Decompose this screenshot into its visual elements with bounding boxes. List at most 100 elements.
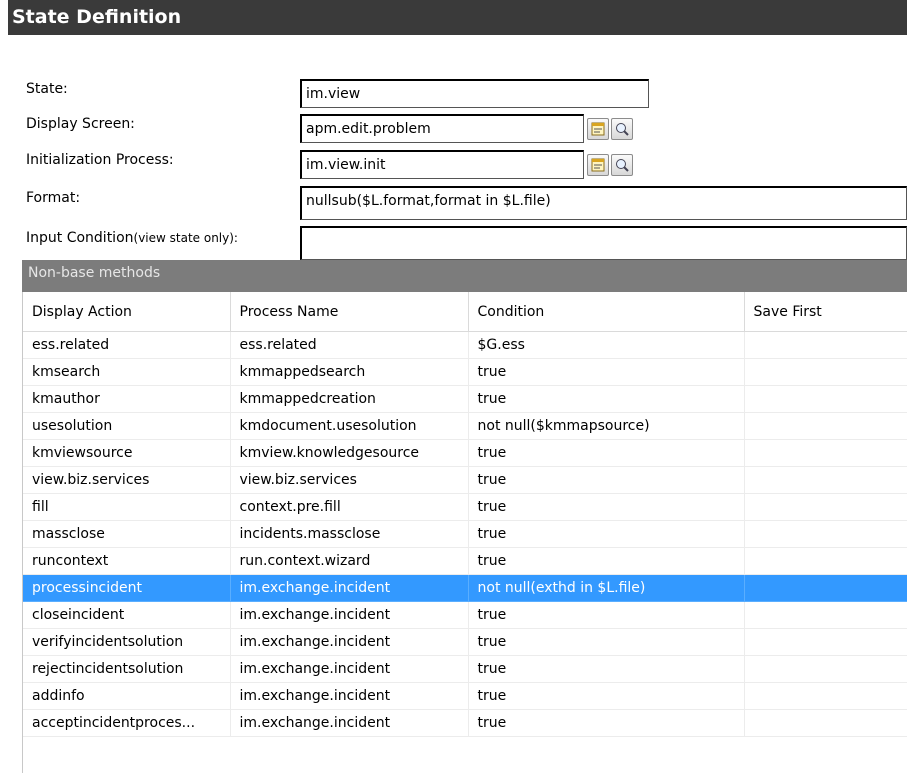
cell-condition[interactable]: true <box>468 358 745 386</box>
cell-condition[interactable]: $G.ess <box>468 331 745 359</box>
format-field[interactable]: nullsub($L.format,format in $L.file) <box>300 186 907 220</box>
cell-condition[interactable]: not null($kmmapsource) <box>468 412 745 440</box>
cell-save-first[interactable] <box>744 385 907 413</box>
cell-display-action[interactable]: kmsearch <box>23 358 231 386</box>
cell-condition[interactable]: true <box>468 655 745 683</box>
column-header-condition[interactable]: Condition <box>468 292 745 332</box>
table-row[interactable]: runcontext run.context.wizard true <box>23 547 907 575</box>
cell-display-action[interactable]: massclose <box>23 520 231 548</box>
methods-grid: Display Action Process Name Condition Sa… <box>22 292 907 773</box>
state-label: State: <box>26 81 68 97</box>
cell-process-name[interactable]: kmdocument.usesolution <box>230 412 469 440</box>
cell-process-name[interactable]: context.pre.fill <box>230 493 469 521</box>
table-row[interactable]: kmsearch kmmappedsearch true <box>23 358 907 386</box>
cell-save-first[interactable] <box>744 601 907 629</box>
cell-display-action[interactable]: ess.related <box>23 331 231 359</box>
cell-process-name[interactable]: kmmappedcreation <box>230 385 469 413</box>
cell-save-first[interactable] <box>744 520 907 548</box>
cell-condition[interactable]: true <box>468 601 745 629</box>
table-row[interactable]: closeincident im.exchange.incident true <box>23 601 907 629</box>
table-row[interactable]: kmviewsource kmview.knowledgesource true <box>23 439 907 467</box>
init-process-field[interactable]: im.view.init <box>300 150 584 179</box>
cell-process-name[interactable]: im.exchange.incident <box>230 682 469 710</box>
cell-condition[interactable]: true <box>468 709 745 737</box>
table-row[interactable]: acceptincidentproces... im.exchange.incid… <box>23 709 907 737</box>
cell-condition[interactable]: true <box>468 385 745 413</box>
cell-save-first[interactable] <box>744 628 907 656</box>
column-header-display-action[interactable]: Display Action <box>23 292 231 332</box>
record-lookup-icon <box>591 122 605 136</box>
table-row[interactable]: ess.related ess.related $G.ess <box>23 331 907 359</box>
cell-save-first[interactable] <box>744 331 907 359</box>
cell-process-name[interactable]: ess.related <box>230 331 469 359</box>
input-condition-field[interactable] <box>300 226 907 260</box>
cell-process-name[interactable]: im.exchange.incident <box>230 574 469 602</box>
cell-save-first[interactable] <box>744 493 907 521</box>
cell-process-name[interactable]: im.exchange.incident <box>230 628 469 656</box>
state-field[interactable]: im.view <box>300 79 649 108</box>
cell-condition[interactable]: true <box>468 682 745 710</box>
table-row[interactable]: fill context.pre.fill true <box>23 493 907 521</box>
column-header-save-first[interactable]: Save First <box>744 292 907 332</box>
cell-save-first[interactable] <box>744 439 907 467</box>
cell-process-name[interactable]: incidents.massclose <box>230 520 469 548</box>
page-title: State Definition <box>8 0 907 35</box>
cell-display-action[interactable]: usesolution <box>23 412 231 440</box>
column-header-process-name[interactable]: Process Name <box>230 292 469 332</box>
cell-save-first[interactable] <box>744 655 907 683</box>
display-screen-field[interactable]: apm.edit.problem <box>300 114 584 143</box>
cell-process-name[interactable]: kmview.knowledgesource <box>230 439 469 467</box>
cell-process-name[interactable]: im.exchange.incident <box>230 655 469 683</box>
table-header-row: Display Action Process Name Condition Sa… <box>23 292 907 332</box>
cell-display-action[interactable]: kmviewsource <box>23 439 231 467</box>
table-body: ess.related ess.related $G.ess kmsearch kmma… <box>23 331 907 737</box>
table-row[interactable]: processincident im.exchange.incident not n… <box>23 574 907 602</box>
cell-display-action[interactable]: addinfo <box>23 682 231 710</box>
input-condition-note: (view state only): <box>133 231 238 245</box>
cell-condition[interactable]: true <box>468 493 745 521</box>
cell-display-action[interactable]: acceptincidentproces... <box>23 709 231 737</box>
cell-process-name[interactable]: run.context.wizard <box>230 547 469 575</box>
init-process-lookup-button[interactable] <box>587 154 609 176</box>
cell-display-action[interactable]: runcontext <box>23 547 231 575</box>
table-row[interactable]: rejectincidentsolution im.exchange.incide… <box>23 655 907 683</box>
table-row[interactable]: addinfo im.exchange.incident true <box>23 682 907 710</box>
format-label: Format: <box>26 190 81 206</box>
table-row[interactable]: massclose incidents.massclose true <box>23 520 907 548</box>
table-row[interactable]: view.biz.services view.biz.services true <box>23 466 907 494</box>
init-process-search-button[interactable] <box>611 154 633 176</box>
non-base-methods-header: Non-base methods <box>22 260 907 292</box>
cell-save-first[interactable] <box>744 466 907 494</box>
table-row[interactable]: verifyincidentsolution im.exchange.incide… <box>23 628 907 656</box>
cell-condition[interactable]: true <box>468 547 745 575</box>
init-process-label: Initialization Process: <box>26 152 174 168</box>
display-screen-lookup-button[interactable] <box>587 118 609 140</box>
cell-process-name[interactable]: im.exchange.incident <box>230 709 469 737</box>
cell-display-action[interactable]: processincident <box>23 574 231 602</box>
table-row[interactable]: kmauthor kmmappedcreation true <box>23 385 907 413</box>
cell-process-name[interactable]: kmmappedsearch <box>230 358 469 386</box>
cell-display-action[interactable]: closeincident <box>23 601 231 629</box>
cell-condition[interactable]: true <box>468 439 745 467</box>
cell-display-action[interactable]: verifyincidentsolution <box>23 628 231 656</box>
cell-save-first[interactable] <box>744 358 907 386</box>
cell-process-name[interactable]: im.exchange.incident <box>230 601 469 629</box>
cell-display-action[interactable]: kmauthor <box>23 385 231 413</box>
cell-condition[interactable]: true <box>468 466 745 494</box>
cell-save-first[interactable] <box>744 682 907 710</box>
cell-condition[interactable]: not null(exthd in $L.file) <box>468 574 745 602</box>
cell-save-first[interactable] <box>744 412 907 440</box>
display-screen-search-button[interactable] <box>611 118 633 140</box>
cell-display-action[interactable]: view.biz.services <box>23 466 231 494</box>
cell-save-first[interactable] <box>744 709 907 737</box>
cell-process-name[interactable]: view.biz.services <box>230 466 469 494</box>
record-lookup-icon <box>591 158 605 172</box>
cell-condition[interactable]: true <box>468 628 745 656</box>
cell-save-first[interactable] <box>744 547 907 575</box>
cell-save-first[interactable] <box>744 574 907 602</box>
cell-condition[interactable]: true <box>468 520 745 548</box>
magnifier-icon <box>616 159 629 172</box>
cell-display-action[interactable]: fill <box>23 493 231 521</box>
cell-display-action[interactable]: rejectincidentsolution <box>23 655 231 683</box>
table-row[interactable]: usesolution kmdocument.usesolution not nul… <box>23 412 907 440</box>
